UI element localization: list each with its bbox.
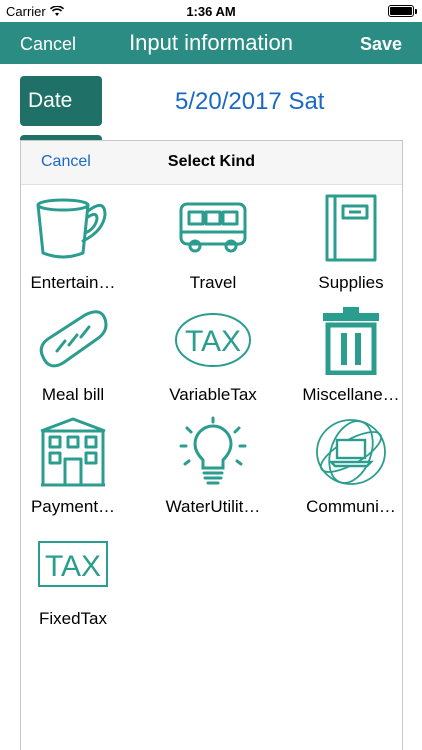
- sheet-header: Cancel Select Kind: [21, 141, 402, 185]
- kind-item-label: FixedTax: [38, 609, 108, 628]
- tax-oval-icon: TAX: [173, 303, 253, 377]
- kind-item-communication[interactable]: Communi…: [291, 415, 411, 527]
- select-kind-sheet: Cancel Select Kind Entertain… Travel Sup…: [20, 140, 403, 750]
- nav-bar: Cancel Input information Save: [0, 22, 422, 64]
- kind-item-label: VariableTax: [169, 385, 257, 404]
- kind-item-meal-bill[interactable]: Meal bill: [13, 303, 133, 415]
- kind-item-label: Meal bill: [41, 385, 105, 404]
- kind-item-entertainment[interactable]: Entertain…: [13, 191, 133, 303]
- date-value[interactable]: 5/20/2017 Sat: [175, 88, 324, 116]
- notebook-icon: [311, 191, 391, 265]
- kind-item-label: Payment…: [30, 497, 116, 516]
- date-button[interactable]: Date: [20, 76, 102, 126]
- kind-item-label: WaterUtilit…: [165, 497, 261, 516]
- kind-item-label: Communi…: [306, 497, 396, 516]
- status-time: 1:36 AM: [186, 4, 236, 19]
- kind-item-label: Supplies: [318, 273, 384, 292]
- kind-item-supplies[interactable]: Supplies: [291, 191, 411, 303]
- kind-item-fixed-tax[interactable]: TAX FixedTax: [13, 527, 133, 639]
- kind-item-label: Entertain…: [30, 273, 116, 292]
- kind-item-water-utility[interactable]: WaterUtilit…: [153, 415, 273, 527]
- save-button[interactable]: Save: [360, 34, 402, 55]
- battery-icon: [388, 5, 417, 17]
- cup-icon: [33, 191, 113, 265]
- sheet-title: Select Kind: [167, 153, 256, 170]
- kind-item-miscellaneous[interactable]: Miscellane…: [291, 303, 411, 415]
- bread-icon: [33, 303, 113, 377]
- tax-rect-text: TAX: [45, 550, 101, 583]
- lightbulb-icon: [173, 415, 253, 489]
- kind-item-label: Travel: [189, 273, 237, 292]
- tax-rect-icon: TAX: [33, 527, 113, 601]
- tax-oval-text: TAX: [185, 325, 241, 358]
- kind-item-label: Miscellane…: [302, 385, 400, 404]
- bus-icon: [173, 191, 253, 265]
- building-icon: [33, 415, 113, 489]
- status-bar: Carrier 1:36 AM: [0, 0, 422, 22]
- trash-icon: [311, 303, 391, 377]
- page-title: Input information: [129, 30, 293, 55]
- kind-item-payment[interactable]: Payment…: [13, 415, 133, 527]
- kind-item-variable-tax[interactable]: TAX VariableTax: [153, 303, 273, 415]
- laptop-globe-icon: [311, 415, 391, 489]
- kind-item-travel[interactable]: Travel: [153, 191, 273, 303]
